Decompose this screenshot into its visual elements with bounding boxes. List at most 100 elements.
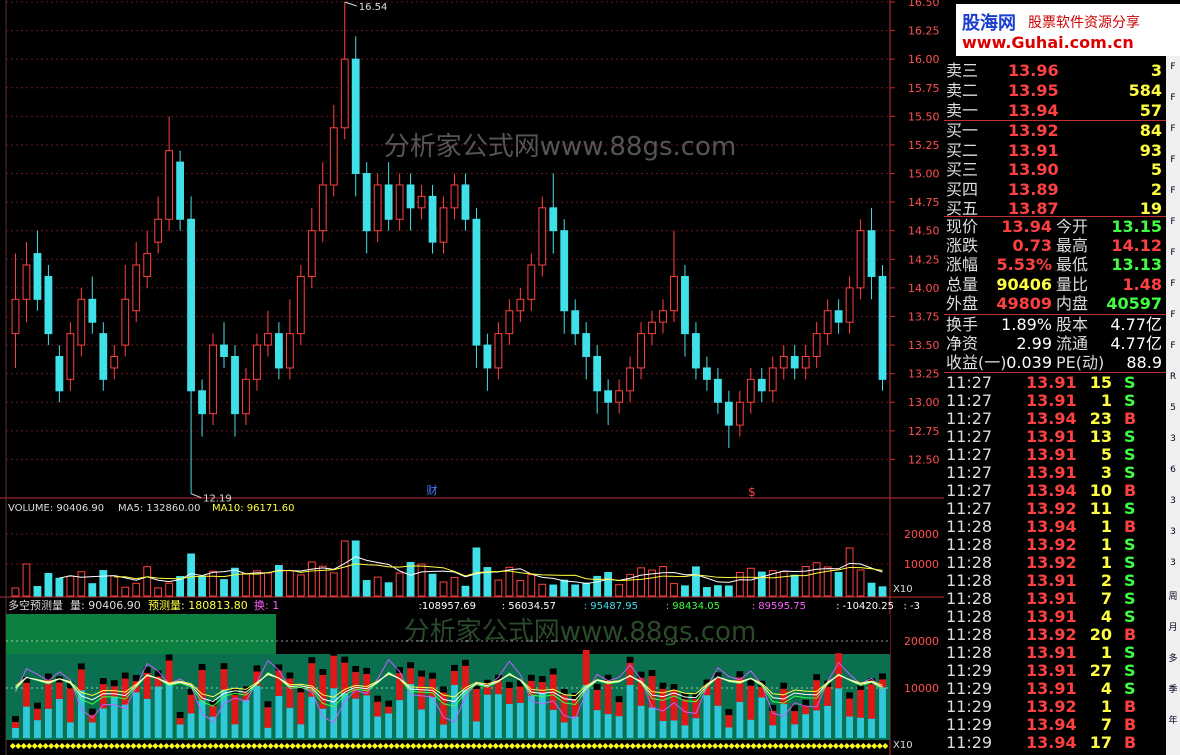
indicator-bar-cap [462, 659, 469, 666]
indicator-bar [374, 716, 382, 738]
trade-row[interactable]: 11:27 13.92 11 S [944, 500, 1166, 518]
sidebar-tool-icon[interactable]: R [1167, 372, 1179, 382]
candle [878, 275, 887, 380]
indicator-bar-red [593, 689, 601, 711]
trade-side: S [1124, 391, 1136, 410]
sidebar-tool-icon[interactable]: F [1167, 62, 1179, 72]
indicator-bar-cap [505, 681, 513, 688]
trade-row[interactable]: 11:29 13.91 27 S [944, 662, 1166, 680]
ask-row[interactable]: 卖一 13.94 57 [944, 102, 1166, 120]
quote-row[interactable]: 涨跌 0.73 最高 14.12 [944, 237, 1166, 255]
sidebar-tool-icon[interactable]: 6 [1167, 465, 1179, 475]
indicator-bar-cap [34, 702, 41, 709]
volume-bar [472, 547, 481, 597]
trade-row[interactable]: 11:28 13.91 7 S [944, 590, 1166, 608]
quote-label-2: 最高 [1056, 236, 1089, 256]
trade-row[interactable]: 11:27 13.91 15 S [944, 374, 1166, 392]
trade-row[interactable]: 11:28 13.91 4 S [944, 608, 1166, 626]
sidebar-tool-icon[interactable]: F [1167, 186, 1179, 196]
guhai-logo[interactable]: 股海网 股票软件资源分享 www.Guhai.com.cn [956, 4, 1180, 56]
trade-volume: 20 [1089, 625, 1112, 644]
y-tick-label: 14.00 [908, 282, 940, 295]
indicator-bar [868, 718, 875, 738]
sidebar-tool-icon[interactable]: F [1167, 155, 1179, 165]
sidebar-tool-icon[interactable]: F [1167, 124, 1179, 134]
trade-row[interactable]: 11:28 13.92 1 S [944, 554, 1166, 572]
indicator-bar [286, 707, 294, 738]
indicator-bar-cap [121, 672, 129, 679]
trade-row[interactable]: 11:28 13.94 1 B [944, 518, 1166, 536]
quote-row[interactable]: 现价 13.94 今开 13.15 [944, 218, 1166, 236]
sidebar-tool-icon[interactable]: 3 [1167, 558, 1179, 568]
sidebar-tool-icon[interactable]: F [1167, 341, 1179, 351]
candle [505, 310, 514, 335]
sidebar-tool-icon[interactable]: F [1167, 217, 1179, 227]
quote-row[interactable]: 总量 90406 量比 1.48 [944, 275, 1166, 294]
candle [746, 378, 755, 403]
ask-row[interactable]: 卖二 13.95 584 [944, 82, 1166, 100]
sidebar-tool-icon[interactable]: 周 [1167, 589, 1179, 602]
quote-row[interactable]: 外盘 49809 内盘 40597 [944, 294, 1166, 313]
volume-bar [450, 577, 459, 597]
bid-row[interactable]: 买一 13.92 84 [944, 122, 1166, 140]
volume-bar [692, 566, 700, 597]
trade-row[interactable]: 11:27 13.94 23 B [944, 410, 1166, 428]
bid-row[interactable]: 买三 13.90 5 [944, 161, 1166, 179]
bid-volume: 93 [1139, 140, 1162, 160]
trade-row[interactable]: 11:27 13.91 13 S [944, 428, 1166, 446]
candle [384, 184, 393, 220]
sidebar-tool-icon[interactable]: F [1167, 93, 1179, 103]
volume-bar [571, 584, 580, 597]
charts-area[interactable]: 16.50 16.25 16.00 15.75 15.50 15.25 15.00 14.75… [0, 0, 944, 755]
indicator-bar [549, 709, 557, 738]
y-tick-label: 13.00 [908, 396, 940, 409]
trade-row[interactable]: 11:27 13.91 3 S [944, 464, 1166, 482]
volume-bar [22, 563, 31, 597]
sidebar-tool-icon[interactable]: 5 [1167, 403, 1179, 413]
sidebar-tool-icon[interactable]: F [1167, 310, 1179, 320]
candle [121, 298, 130, 346]
indicator-bar [560, 722, 568, 738]
panel-divider [944, 120, 1166, 121]
sidebar-tool-icon[interactable]: F [1167, 248, 1179, 258]
trade-row[interactable]: 11:28 13.92 20 B [944, 626, 1166, 644]
trade-row[interactable]: 11:29 13.92 1 B [944, 698, 1166, 716]
ma5-label: MA5: 132860.00 [118, 503, 200, 514]
trade-row[interactable]: 11:27 13.94 10 B [944, 482, 1166, 500]
ask-volume: 584 [1128, 81, 1162, 100]
volume-bar [395, 572, 404, 597]
trade-row[interactable]: 11:27 13.91 5 S [944, 446, 1166, 464]
candle [626, 367, 634, 392]
volume-scale: X10 [893, 584, 913, 595]
sidebar-tool-icon[interactable]: 3 [1167, 496, 1179, 506]
indicator-tick: 20000 [904, 635, 939, 648]
indicator-bar [297, 724, 305, 738]
stat-row[interactable]: 净资 2.99 流通 4.77亿 [944, 335, 1166, 353]
candle [692, 333, 700, 369]
sidebar-tool-icon[interactable]: 季 [1167, 682, 1179, 695]
stat-row[interactable]: 收益(一) 0.039 PE(动) 88.9 [944, 354, 1166, 372]
quote-row[interactable]: 涨幅 5.53% 最低 13.13 [944, 256, 1166, 274]
ask-row[interactable]: 卖三 13.96 3 [944, 62, 1166, 80]
stat-row[interactable]: 换手 1.89% 股本 4.77亿 [944, 316, 1166, 334]
trade-volume: 17 [1089, 733, 1112, 752]
bid-row[interactable]: 买二 13.91 93 [944, 140, 1166, 160]
sidebar-tool-icon[interactable]: 年 [1167, 713, 1179, 726]
trade-row[interactable]: 11:29 13.91 4 S [944, 680, 1166, 698]
candle [33, 253, 42, 300]
sidebar-tool-icon[interactable]: 3 [1167, 434, 1179, 444]
trade-row[interactable]: 11:28 13.92 1 S [944, 536, 1166, 554]
sidebar-tool-icon[interactable]: 3 [1167, 527, 1179, 537]
y-tick-label: 14.25 [908, 253, 940, 266]
volume-bar [99, 570, 108, 597]
bid-row[interactable]: 买四 13.89 2 [944, 180, 1166, 199]
trade-row[interactable]: 11:29 13.94 17 B [944, 734, 1166, 752]
trade-row[interactable]: 11:29 13.94 7 B [944, 716, 1166, 734]
sidebar-toolbar[interactable]: F F F F F F F F F F R 5 3 6 3 3 3 周月多季年 [1166, 56, 1180, 755]
sidebar-tool-icon[interactable]: 月 [1167, 620, 1179, 633]
sidebar-tool-icon[interactable]: 多 [1167, 651, 1179, 664]
trade-row[interactable]: 11:28 13.91 1 S [944, 644, 1166, 662]
trade-row[interactable]: 11:28 13.91 2 S [944, 572, 1166, 590]
trade-row[interactable]: 11:27 13.91 1 S [944, 392, 1166, 410]
sidebar-tool-icon[interactable]: F [1167, 279, 1179, 289]
